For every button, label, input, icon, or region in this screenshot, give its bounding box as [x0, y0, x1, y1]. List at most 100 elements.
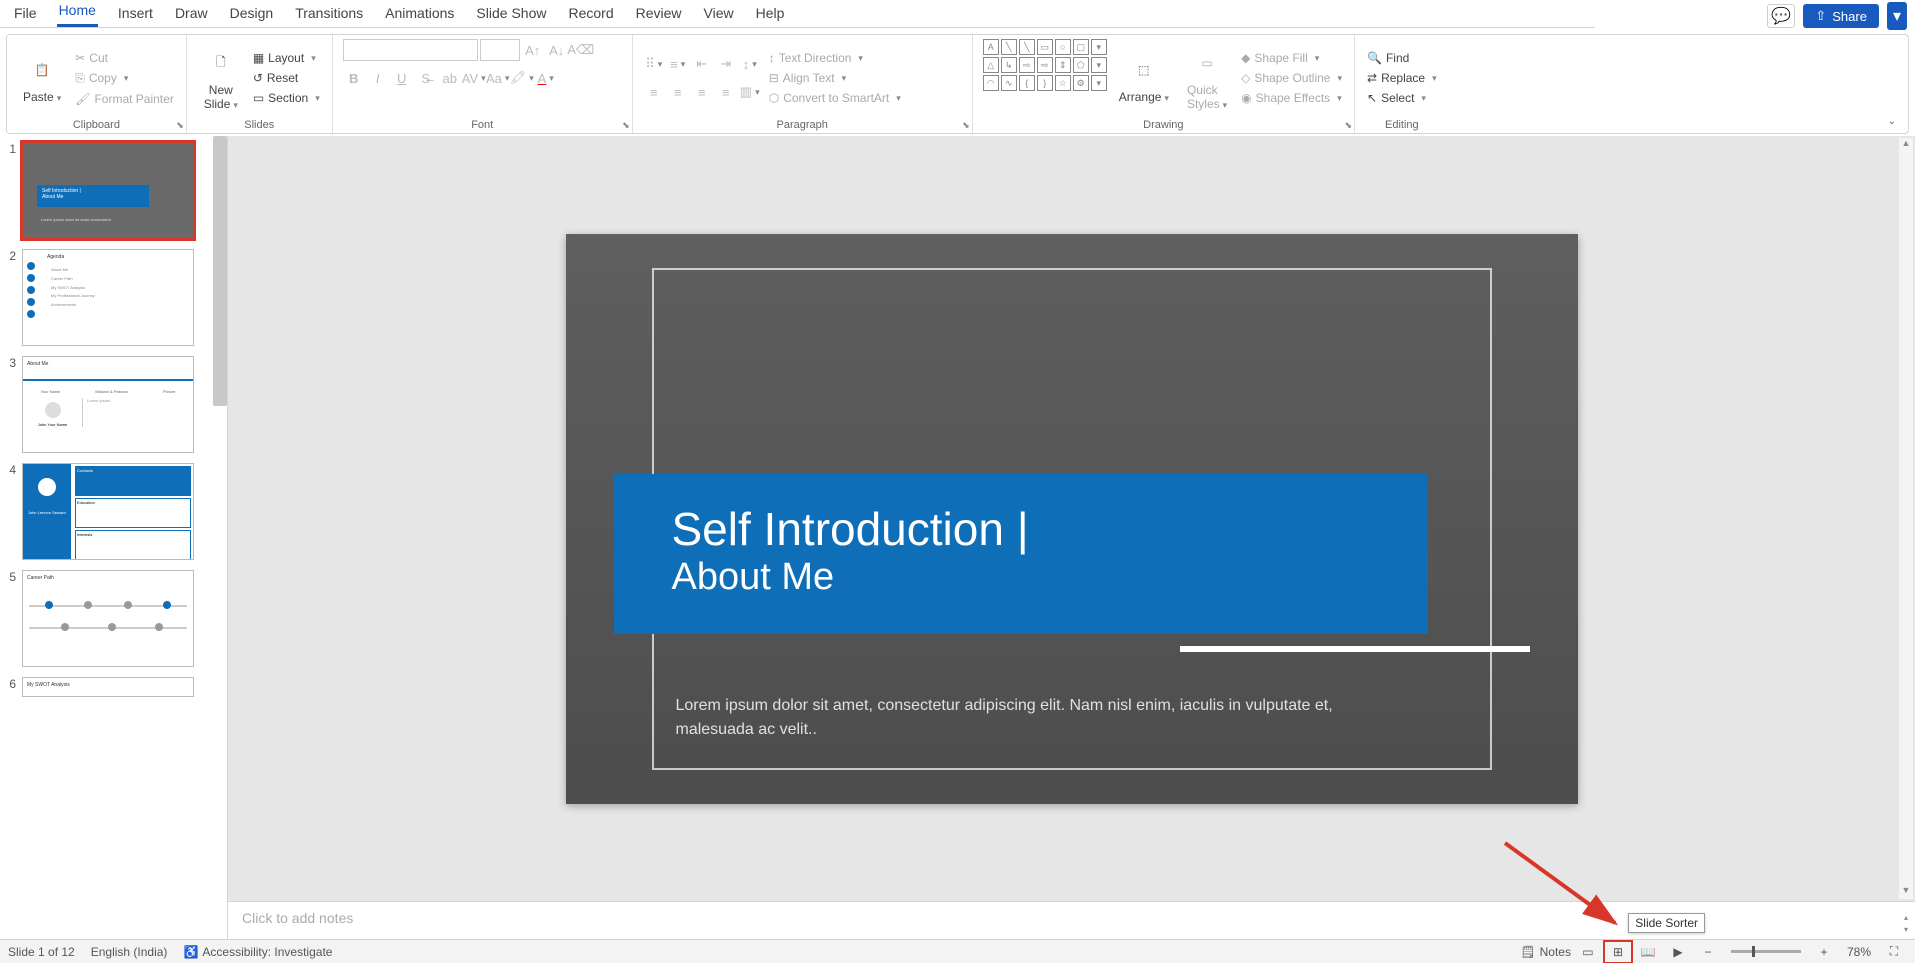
convert-smartart-button[interactable]: ⬡Convert to SmartArt: [767, 89, 903, 107]
slide-count[interactable]: Slide 1 of 12: [8, 945, 75, 959]
shape-line2[interactable]: ╲: [1019, 39, 1035, 55]
shape-more-row3[interactable]: ▾: [1091, 75, 1107, 91]
slideshow-view-button[interactable]: ▶: [1665, 942, 1691, 962]
justify-button[interactable]: ≡: [715, 81, 737, 103]
shape-triangle[interactable]: △: [983, 57, 999, 73]
ribbon-collapse-button[interactable]: ⌄: [1888, 116, 1896, 127]
prev-slide-button[interactable]: ▴: [1899, 913, 1913, 925]
shape-oval[interactable]: ○: [1055, 39, 1071, 55]
line-spacing-button[interactable]: ↕: [739, 53, 761, 75]
slide[interactable]: Self Introduction | About Me Lorem ipsum…: [566, 234, 1578, 804]
section-button[interactable]: ▭Section: [251, 89, 322, 107]
drawing-launcher[interactable]: ⬊: [1344, 120, 1352, 131]
language-status[interactable]: English (India): [91, 945, 168, 959]
shape-arc[interactable]: ◠: [983, 75, 999, 91]
shape-line[interactable]: ╲: [1001, 39, 1017, 55]
tab-record[interactable]: Record: [566, 0, 615, 27]
share-button[interactable]: ⇧Share: [1803, 4, 1879, 28]
text-direction-button[interactable]: ↕Text Direction: [767, 49, 903, 67]
tab-animations[interactable]: Animations: [383, 0, 456, 27]
find-button[interactable]: 🔍Find: [1365, 49, 1439, 67]
font-size-input[interactable]: [480, 39, 520, 61]
shape-pentagon[interactable]: ⬠: [1073, 57, 1089, 73]
paste-button[interactable]: 📋 Paste: [17, 39, 67, 117]
shape-more-row2[interactable]: ▾: [1091, 57, 1107, 73]
scroll-up[interactable]: ▲: [1899, 138, 1913, 152]
shape-arrow1[interactable]: ⇨: [1019, 57, 1035, 73]
shape-arrow-updown[interactable]: ⇕: [1055, 57, 1071, 73]
highlight-button[interactable]: 🖍: [511, 67, 533, 89]
format-painter-button[interactable]: 🖌Format Painter: [73, 90, 176, 108]
tab-help[interactable]: Help: [754, 0, 787, 27]
comments-button[interactable]: 💬: [1767, 4, 1795, 28]
bold-button[interactable]: B: [343, 67, 365, 89]
shape-star[interactable]: ☆: [1055, 75, 1071, 91]
decrease-font-button[interactable]: A↓: [546, 39, 568, 61]
normal-view-button[interactable]: ▭: [1575, 942, 1601, 962]
shape-more-row1[interactable]: ▾: [1091, 39, 1107, 55]
zoom-in-button[interactable]: +: [1811, 942, 1837, 962]
slide-viewport[interactable]: Self Introduction | About Me Lorem ipsum…: [228, 136, 1915, 901]
increase-font-button[interactable]: A↑: [522, 39, 544, 61]
align-center-button[interactable]: ≡: [667, 81, 689, 103]
thumbnail-3[interactable]: About Me Your NameMission & PassionPictu…: [22, 356, 194, 453]
strikethrough-button[interactable]: S̶: [415, 67, 437, 89]
tab-review[interactable]: Review: [634, 0, 684, 27]
change-case-button[interactable]: Aa: [487, 67, 509, 89]
clear-formatting-button[interactable]: A⌫: [570, 39, 592, 61]
char-spacing-button[interactable]: AV: [463, 67, 485, 89]
replace-button[interactable]: ⇄Replace: [1365, 69, 1439, 87]
tab-slideshow[interactable]: Slide Show: [474, 0, 548, 27]
tab-insert[interactable]: Insert: [116, 0, 155, 27]
tab-draw[interactable]: Draw: [173, 0, 210, 27]
vertical-scrollbar[interactable]: ▲ ▼: [1899, 138, 1913, 899]
reset-button[interactable]: ↺Reset: [251, 69, 322, 87]
select-button[interactable]: ↖Select: [1365, 89, 1439, 107]
shape-outline-button[interactable]: ◇Shape Outline: [1239, 69, 1344, 87]
zoom-slider[interactable]: [1731, 950, 1801, 953]
tab-design[interactable]: Design: [228, 0, 276, 27]
underline-button[interactable]: U: [391, 67, 413, 89]
notes-toggle[interactable]: 🗒Notes: [1520, 945, 1571, 959]
slide-body-text[interactable]: Lorem ipsum dolor sit amet, consectetur …: [676, 694, 1398, 742]
align-text-button[interactable]: ⊟Align Text: [767, 69, 903, 87]
thumbnail-1[interactable]: Self Introduction |About Me Lorem ipsum …: [22, 142, 194, 239]
slide-sorter-view-button[interactable]: ⊞: [1605, 942, 1631, 962]
columns-button[interactable]: ▥: [739, 81, 761, 103]
clipboard-launcher[interactable]: ⬊: [176, 120, 184, 131]
shape-fill-button[interactable]: ◆Shape Fill: [1239, 49, 1344, 67]
thumbnail-2[interactable]: Agenda About Me Career Path My SWOT Anal…: [22, 249, 194, 346]
shape-text-box[interactable]: A: [983, 39, 999, 55]
align-left-button[interactable]: ≡: [643, 81, 665, 103]
bullets-button[interactable]: ⠿: [643, 53, 665, 75]
shape-connector[interactable]: ↳: [1001, 57, 1017, 73]
font-launcher[interactable]: ⬊: [622, 120, 630, 131]
shape-arrow2[interactable]: ⇨: [1037, 57, 1053, 73]
accessibility-status[interactable]: ♿Accessibility: Investigate: [183, 945, 332, 959]
layout-button[interactable]: ▦Layout: [251, 49, 322, 67]
scroll-down[interactable]: ▼: [1899, 885, 1913, 899]
copy-button[interactable]: ⎘Copy: [73, 69, 176, 88]
zoom-out-button[interactable]: −: [1695, 942, 1721, 962]
fit-to-window-button[interactable]: ⛶: [1881, 942, 1907, 962]
decrease-indent-button[interactable]: ⇤: [691, 53, 713, 75]
cut-button[interactable]: ✂Cut: [73, 49, 176, 67]
tab-home[interactable]: Home: [57, 0, 98, 27]
shape-brace-r[interactable]: }: [1037, 75, 1053, 91]
next-slide-button[interactable]: ▾: [1899, 925, 1913, 937]
shapes-gallery[interactable]: A ╲ ╲ ▭ ○ ▢ ▾ △ ↳ ⇨ ⇨ ⇕ ⬠ ▾ ◠ ∿ { } ☆ ⚙: [983, 39, 1107, 117]
tab-transitions[interactable]: Transitions: [293, 0, 365, 27]
shape-curve[interactable]: ∿: [1001, 75, 1017, 91]
shape-gear[interactable]: ⚙: [1073, 75, 1089, 91]
thumbnail-4[interactable]: John Lennon Senator Contacts Education I…: [22, 463, 194, 560]
tab-view[interactable]: View: [702, 0, 736, 27]
increase-indent-button[interactable]: ⇥: [715, 53, 737, 75]
thumbnail-6[interactable]: My SWOT Analysis: [22, 677, 194, 697]
font-name-input[interactable]: [343, 39, 478, 61]
italic-button[interactable]: I: [367, 67, 389, 89]
shape-brace-l[interactable]: {: [1019, 75, 1035, 91]
shape-effects-button[interactable]: ◉Shape Effects: [1239, 89, 1344, 107]
new-slide-button[interactable]: 🗋 New Slide: [197, 39, 245, 117]
shadow-button[interactable]: ab: [439, 67, 461, 89]
numbering-button[interactable]: ≡: [667, 53, 689, 75]
